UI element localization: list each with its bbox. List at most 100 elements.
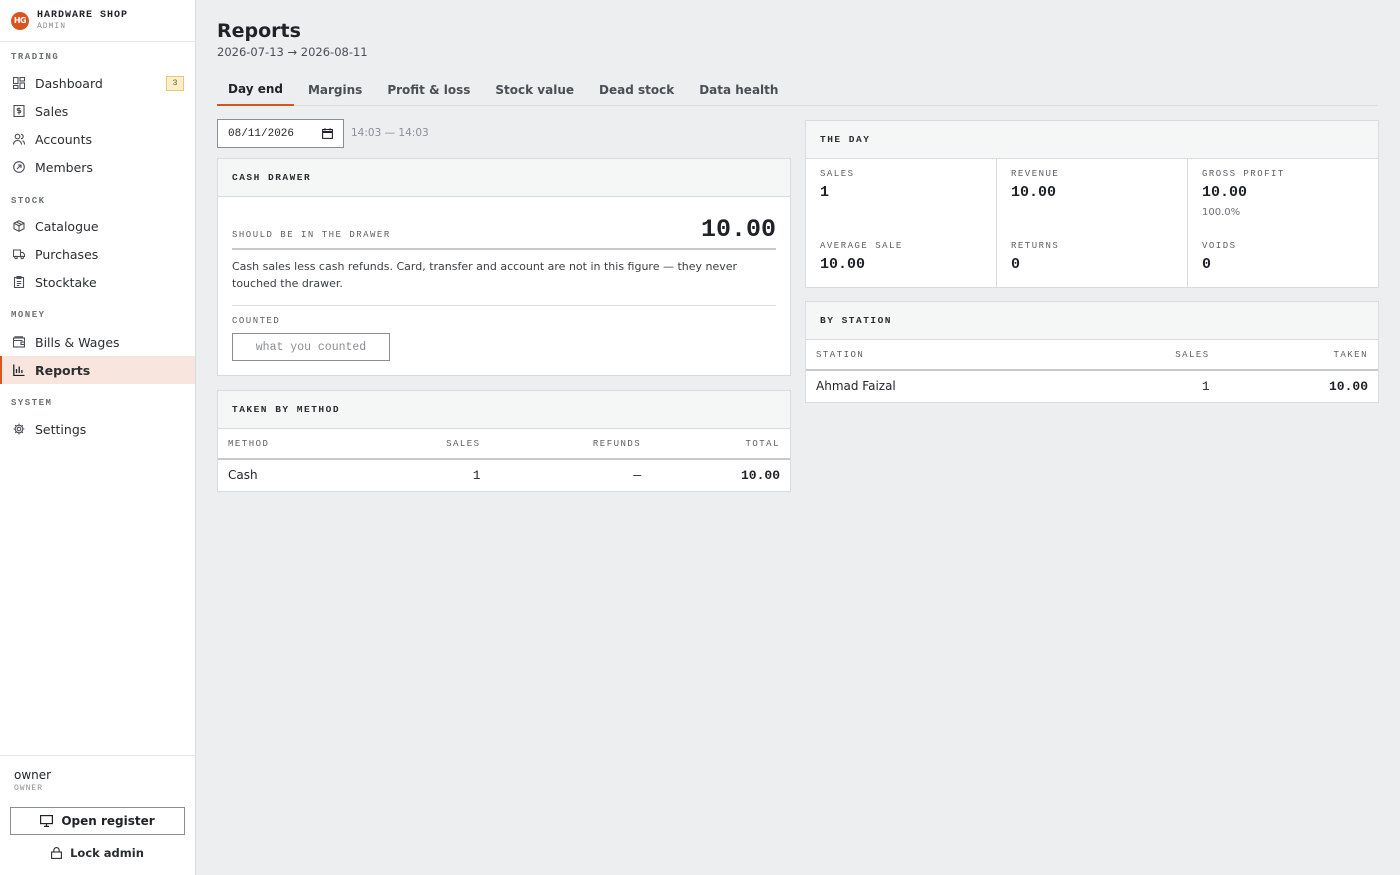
date-picker-input[interactable]: 08/11/2026 <box>217 119 344 148</box>
monitor-icon <box>40 815 54 827</box>
sidebar-item-reports[interactable]: Reports <box>0 356 195 384</box>
column-header: TOTAL <box>651 429 790 460</box>
card-title: BY STATION <box>806 302 1378 340</box>
badge-icon <box>13 161 25 173</box>
sales-cell: 1 <box>1201 378 1210 394</box>
stat-margin-percent: 100.0% <box>1202 207 1241 218</box>
lock-admin-button[interactable]: Lock admin <box>10 841 185 865</box>
column-header: SALES <box>1073 340 1220 371</box>
notification-badge: 3 <box>166 76 184 91</box>
tab-profit-loss[interactable]: Profit & loss <box>376 74 481 106</box>
stat-average-sale: AVERAGE SALE 10.00 <box>806 231 997 288</box>
tab-dead-stock[interactable]: Dead stock <box>588 74 685 106</box>
sidebar-item-label: Catalogue <box>35 218 99 234</box>
wallet-icon <box>13 336 25 348</box>
stat-returns: RETURNS 0 <box>997 231 1188 288</box>
stat-label: GROSS PROFIT <box>1202 169 1285 179</box>
station-cell: Ahmad Faizal <box>816 379 896 393</box>
stat-label: SALES <box>820 169 855 179</box>
user-name: owner <box>14 768 52 782</box>
bar-chart-icon <box>13 364 25 376</box>
sidebar: HG HARDWARE SHOP ADMIN TRADING Dashboard… <box>0 0 196 875</box>
stat-sales: SALES 1 <box>806 159 997 231</box>
brand-name: HARDWARE SHOP <box>37 9 129 21</box>
refunds-cell: — <box>633 467 642 483</box>
total-cell: 10.00 <box>740 467 780 483</box>
sidebar-item-label: Dashboard <box>35 75 103 91</box>
sidebar-item-catalogue[interactable]: Catalogue <box>0 212 195 240</box>
taken-by-method-card: TAKEN BY METHOD METHOD SALES REFUNDS TOT… <box>217 390 791 492</box>
gear-icon <box>13 423 25 435</box>
drawer-expected-label: SHOULD BE IN THE DRAWER <box>232 230 391 240</box>
column-header: TAKEN <box>1219 340 1378 371</box>
sidebar-item-settings[interactable]: Settings <box>0 415 195 443</box>
stat-gross-profit: GROSS PROFIT 10.00 100.0% <box>1188 159 1379 231</box>
stat-value: 0 <box>1011 256 1021 273</box>
sidebar-item-purchases[interactable]: Purchases <box>0 240 195 268</box>
dashboard-icon <box>13 77 25 89</box>
column-header: METHOD <box>218 429 363 460</box>
sidebar-item-label: Sales <box>35 103 69 119</box>
method-table: METHOD SALES REFUNDS TOTAL Cash 1 — 10.0… <box>218 429 790 490</box>
sidebar-item-label: Settings <box>35 421 87 437</box>
stat-label: REVENUE <box>1011 169 1060 179</box>
sidebar-item-members[interactable]: Members <box>0 153 195 181</box>
divider <box>232 305 776 306</box>
counted-input[interactable]: what you counted <box>232 333 390 361</box>
brand[interactable]: HG HARDWARE SHOP ADMIN <box>0 0 195 42</box>
column-header: REFUNDS <box>490 429 652 460</box>
sidebar-item-stocktake[interactable]: Stocktake <box>0 268 195 296</box>
truck-icon <box>13 248 25 260</box>
tab-data-health[interactable]: Data health <box>688 74 789 106</box>
clipboard-icon <box>13 276 25 288</box>
sidebar-item-label: Stocktake <box>35 274 97 290</box>
column-header: SALES <box>362 429 491 460</box>
sidebar-item-label: Accounts <box>35 131 92 147</box>
brand-subtitle: ADMIN <box>37 21 67 31</box>
sidebar-item-label: Members <box>35 159 93 175</box>
sidebar-item-dashboard[interactable]: Dashboard 3 <box>0 69 195 97</box>
stat-label: AVERAGE SALE <box>820 241 903 251</box>
sidebar-item-accounts[interactable]: Accounts <box>0 125 195 153</box>
open-register-button[interactable]: Open register <box>10 807 185 835</box>
report-tabs: Day end Margins Profit & loss Stock valu… <box>217 74 1378 106</box>
box-icon <box>13 220 25 232</box>
method-cell: Cash <box>228 468 258 482</box>
tab-stock-value[interactable]: Stock value <box>484 74 585 106</box>
open-register-label: Open register <box>61 814 155 828</box>
card-title: THE DAY <box>806 121 1378 159</box>
by-station-card: BY STATION STATION SALES TAKEN Ahmad Fai… <box>805 301 1379 403</box>
tab-day-end[interactable]: Day end <box>217 74 294 106</box>
stat-label: RETURNS <box>1011 241 1060 251</box>
cash-drawer-card: CASH DRAWER SHOULD BE IN THE DRAWER 10.0… <box>217 158 791 376</box>
tab-margins[interactable]: Margins <box>297 74 373 106</box>
drawer-expected-amount: 10.00 <box>700 215 776 244</box>
date-range: 2026-07-13 → 2026-08-11 <box>217 45 368 59</box>
stat-value: 0 <box>1202 256 1212 273</box>
sidebar-footer: owner OWNER Open register Lock admin <box>0 755 195 875</box>
sidebar-item-sales[interactable]: Sales <box>0 97 195 125</box>
sidebar-item-bills-wages[interactable]: Bills & Wages <box>0 328 195 356</box>
table-header-row: STATION SALES TAKEN <box>806 340 1378 371</box>
lock-icon <box>51 847 63 859</box>
the-day-card: THE DAY SALES 1 REVENUE 10.00 GROSS PROF… <box>805 120 1379 288</box>
table-row: Cash 1 — 10.00 <box>218 459 790 490</box>
drawer-expected-row: SHOULD BE IN THE DRAWER 10.00 <box>232 207 776 250</box>
table-header-row: METHOD SALES REFUNDS TOTAL <box>218 429 790 460</box>
sidebar-item-label: Reports <box>35 362 91 378</box>
user-role: OWNER <box>14 784 44 793</box>
sidebar-item-label: Purchases <box>35 246 99 262</box>
column-header: STATION <box>806 340 1074 371</box>
nav-section-system: SYSTEM <box>11 398 53 408</box>
time-range: 14:03 — 14:03 <box>351 127 429 139</box>
calendar-icon[interactable] <box>322 128 333 143</box>
station-table: STATION SALES TAKEN Ahmad Faizal 1 10.00 <box>806 340 1378 401</box>
stat-value: 10.00 <box>1202 184 1248 201</box>
nav-section-trading: TRADING <box>11 52 60 62</box>
stat-value: 10.00 <box>820 256 866 273</box>
card-title: CASH DRAWER <box>218 159 790 197</box>
stat-value: 1 <box>820 184 830 201</box>
lock-admin-label: Lock admin <box>70 846 144 860</box>
nav-section-money: MONEY <box>11 310 46 320</box>
stat-label: VOIDS <box>1202 241 1237 251</box>
